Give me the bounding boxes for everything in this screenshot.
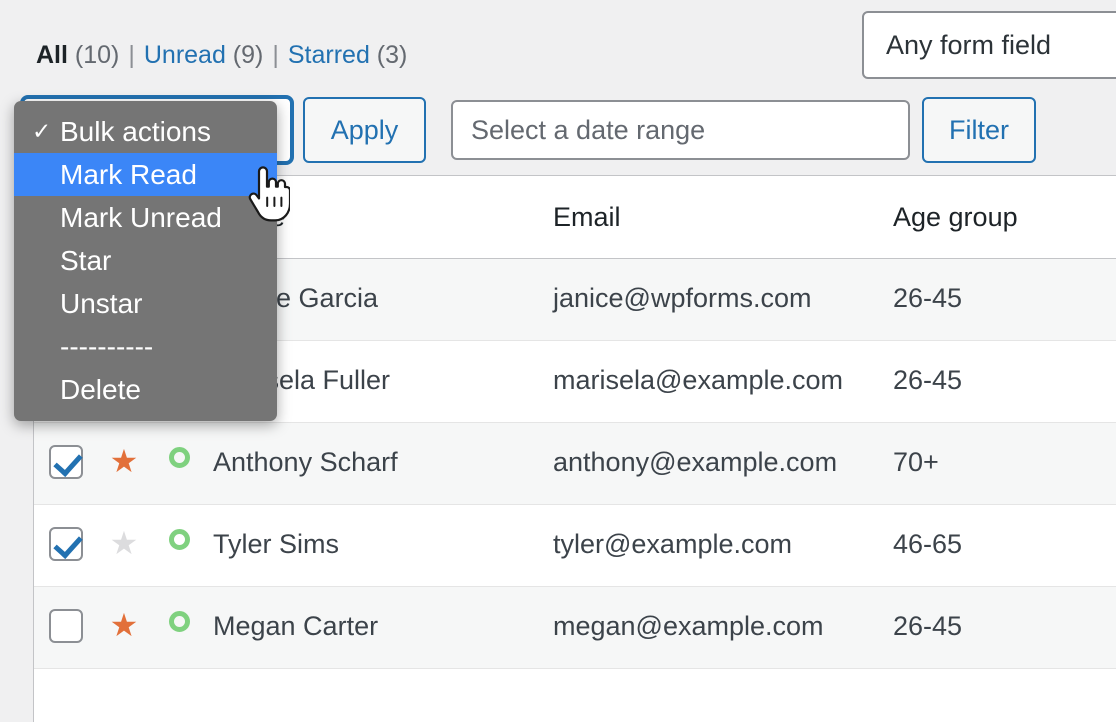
view-filter-separator: | bbox=[272, 41, 279, 69]
form-field-select[interactable]: Any form field bbox=[862, 11, 1116, 79]
cell-email: tyler@example.com bbox=[553, 529, 792, 559]
cell-name: Anthony Scharf bbox=[213, 447, 398, 477]
dropdown-separator: ---------- bbox=[60, 330, 154, 362]
form-field-select-value: Any form field bbox=[886, 29, 1052, 60]
check-icon: ✓ bbox=[32, 118, 52, 144]
table-row: ★ Megan Carter megan@example.com 26-45 bbox=[34, 587, 1116, 669]
row-star-cell: ★ bbox=[97, 423, 151, 477]
unread-circle-icon[interactable] bbox=[168, 529, 190, 550]
cell-age-group: 26-45 bbox=[893, 283, 963, 313]
cell-age-group: 46-65 bbox=[893, 529, 963, 559]
view-filter-count-all: (10) bbox=[67, 41, 120, 69]
dropdown-item-label: Star bbox=[60, 244, 112, 276]
row-read-status-cell bbox=[151, 423, 207, 468]
cell-email: janice@wpforms.com bbox=[553, 283, 812, 313]
table-row: ★ Anthony Scharf anthony@example.com 70+ bbox=[34, 423, 1116, 505]
cell-email: anthony@example.com bbox=[553, 447, 838, 477]
dropdown-item-unstar[interactable]: Unstar bbox=[14, 282, 277, 325]
cell-age-group: 26-45 bbox=[893, 611, 963, 641]
dropdown-item-label: Mark Read bbox=[60, 158, 197, 190]
cell-name: Megan Carter bbox=[213, 611, 379, 641]
column-header-age-group[interactable]: Age group bbox=[887, 201, 1087, 233]
unread-circle-icon[interactable] bbox=[168, 447, 190, 468]
cell-email: marisela@example.com bbox=[553, 365, 843, 395]
entry-view-filters: All (10) | Unread (9) | Starred (3) bbox=[36, 40, 407, 70]
view-filter-unread[interactable]: Unread bbox=[144, 41, 226, 69]
cell-email: megan@example.com bbox=[553, 611, 824, 641]
dropdown-item-label: Unstar bbox=[60, 287, 143, 319]
unread-circle-icon[interactable] bbox=[168, 611, 190, 632]
bulk-actions-dropdown[interactable]: ✓ Bulk actions Mark Read Mark Unread Star Uns… bbox=[14, 101, 277, 421]
dropdown-item-mark-read[interactable]: Mark Read bbox=[14, 153, 277, 196]
view-filter-separator: | bbox=[128, 41, 135, 69]
dropdown-item-label: Mark Unread bbox=[60, 201, 222, 233]
row-select-cell bbox=[34, 423, 97, 479]
row-read-status-cell bbox=[151, 587, 207, 632]
row-select-cell bbox=[34, 505, 97, 561]
apply-button[interactable]: Apply bbox=[303, 97, 426, 163]
star-icon[interactable]: ★ bbox=[110, 527, 139, 559]
filter-button[interactable]: Filter bbox=[922, 97, 1036, 163]
view-filter-all[interactable]: All bbox=[36, 41, 68, 69]
dropdown-item-bulk-actions[interactable]: ✓ Bulk actions bbox=[14, 110, 277, 153]
view-filter-count-unread: (9) bbox=[225, 41, 264, 69]
cell-name: Tyler Sims bbox=[213, 529, 340, 559]
wpforms-entries-page: All (10) | Unread (9) | Starred (3) Any form… bbox=[0, 0, 1116, 722]
row-checkbox[interactable] bbox=[48, 609, 83, 643]
date-range-input[interactable]: Select a date range bbox=[451, 100, 910, 160]
row-select-cell bbox=[34, 587, 97, 643]
dropdown-item-star[interactable]: Star bbox=[14, 239, 277, 282]
table-row: ★ Tyler Sims tyler@example.com 46-65 bbox=[34, 505, 1116, 587]
dropdown-item-label: Bulk actions bbox=[60, 115, 211, 147]
filter-button-label: Filter bbox=[949, 114, 1009, 145]
row-read-status-cell bbox=[151, 505, 207, 550]
view-filter-starred[interactable]: Starred bbox=[288, 41, 370, 69]
row-checkbox[interactable] bbox=[48, 527, 83, 561]
view-filter-count-starred: (3) bbox=[369, 41, 408, 69]
row-star-cell: ★ bbox=[97, 505, 151, 559]
date-range-placeholder: Select a date range bbox=[471, 114, 706, 145]
row-star-cell: ★ bbox=[97, 587, 151, 641]
star-icon[interactable]: ★ bbox=[110, 445, 139, 477]
cell-age-group: 70+ bbox=[893, 447, 939, 477]
star-icon[interactable]: ★ bbox=[110, 609, 139, 641]
column-header-email[interactable]: Email bbox=[547, 201, 887, 233]
dropdown-item-delete[interactable]: Delete bbox=[14, 368, 277, 411]
cell-age-group: 26-45 bbox=[893, 365, 963, 395]
dropdown-item-label: Delete bbox=[60, 373, 141, 405]
row-checkbox[interactable] bbox=[48, 445, 83, 479]
dropdown-item-mark-unread[interactable]: Mark Unread bbox=[14, 196, 277, 239]
apply-button-label: Apply bbox=[330, 114, 399, 145]
